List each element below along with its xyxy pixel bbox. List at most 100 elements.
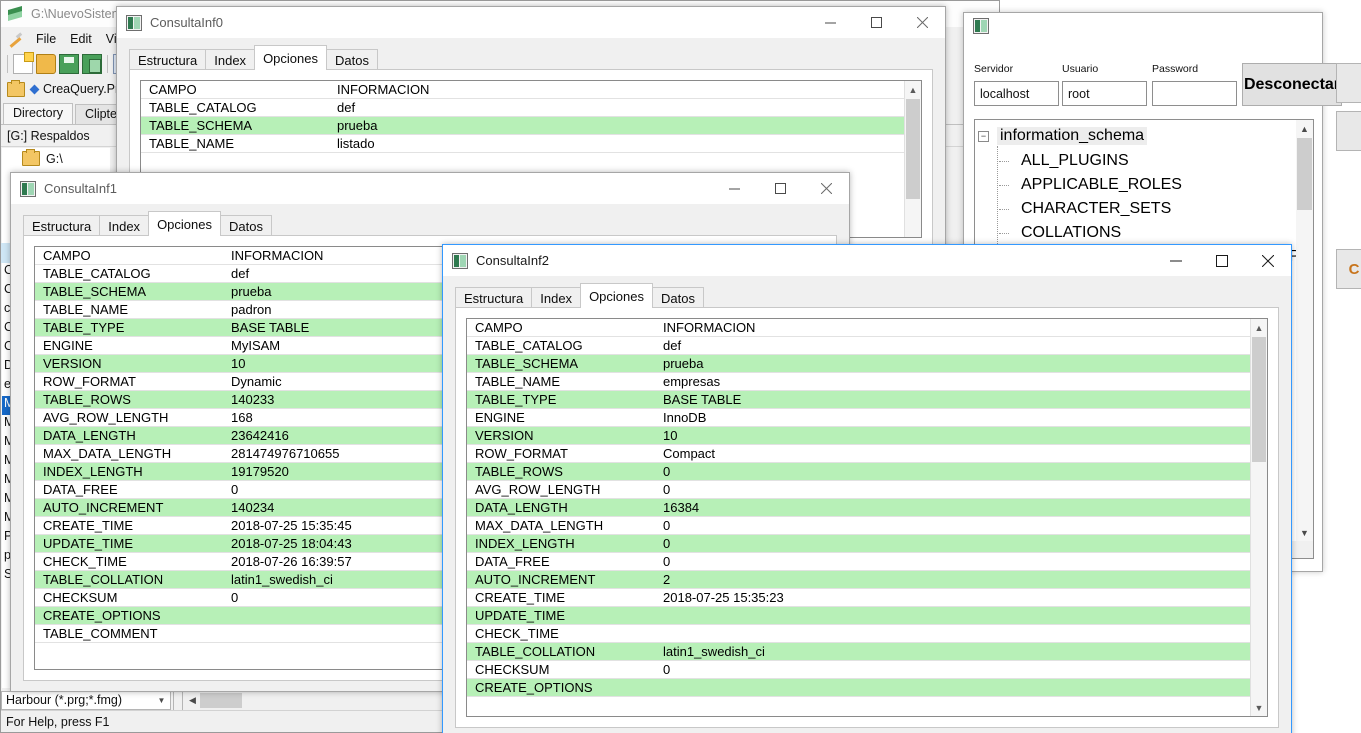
table-row[interactable]: CREATE_TIME2018-07-25 15:35:23: [467, 589, 1267, 607]
tree-item-character-sets[interactable]: CHARACTER_SETS: [975, 197, 1296, 221]
tab-index[interactable]: Index: [531, 287, 581, 308]
cell-campo: MAX_DATA_LENGTH: [35, 445, 223, 463]
window-buttons[interactable]: [711, 173, 849, 204]
menu-file[interactable]: File: [29, 30, 63, 48]
tree-item-root[interactable]: G:\: [2, 148, 110, 169]
tree-vertical-scrollbar[interactable]: ▲ ▼: [1296, 120, 1313, 541]
tab-opciones[interactable]: Opciones: [148, 211, 221, 236]
table-row[interactable]: TABLE_CATALOG def: [141, 99, 921, 117]
cell-info: BASE TABLE: [655, 391, 885, 409]
cell-campo: TABLE_TYPE: [467, 391, 655, 409]
maximize-button[interactable]: [1199, 245, 1245, 276]
table-row[interactable]: TABLE_ROWS0: [467, 463, 1267, 481]
tab-datos[interactable]: Datos: [326, 49, 378, 70]
tab-opciones[interactable]: Opciones: [580, 283, 653, 308]
tabstrip-consultainf2[interactable]: Estructura Index Opciones Datos: [455, 284, 1279, 308]
scroll-down-icon[interactable]: ▼: [1296, 524, 1313, 541]
save-icon[interactable]: [59, 54, 79, 74]
close-button[interactable]: [1245, 245, 1291, 276]
scrollbar-thumb[interactable]: [200, 693, 242, 708]
table-row[interactable]: TABLE_SCHEMAprueba: [467, 355, 1267, 373]
table-row[interactable]: DATA_FREE0: [467, 553, 1267, 571]
scroll-down-icon[interactable]: ▼: [1251, 699, 1267, 716]
table-row[interactable]: TABLE_COLLATIONlatin1_swedish_ci: [467, 643, 1267, 661]
maximize-button[interactable]: [757, 173, 803, 204]
table-row[interactable]: ROW_FORMATCompact: [467, 445, 1267, 463]
titlebar-consultainf0[interactable]: ConsultaInf0: [117, 7, 945, 38]
servidor-input[interactable]: localhost: [974, 81, 1059, 106]
tree-item-applicable-roles[interactable]: APPLICABLE_ROLES: [975, 173, 1296, 197]
cell-campo: ENGINE: [467, 409, 655, 427]
side-button-1[interactable]: [1336, 63, 1361, 103]
titlebar-consultainf2[interactable]: ConsultaInf2: [443, 245, 1291, 276]
scrollbar-thumb[interactable]: [1252, 337, 1266, 462]
scroll-up-icon[interactable]: ▲: [1251, 319, 1267, 336]
tab-estructura[interactable]: Estructura: [129, 49, 206, 70]
table-row[interactable]: INDEX_LENGTH0: [467, 535, 1267, 553]
table-row[interactable]: CHECKSUM0: [467, 661, 1267, 679]
table-row[interactable]: AUTO_INCREMENT2: [467, 571, 1267, 589]
table-row[interactable]: TABLE_NAME listado: [141, 135, 921, 153]
scroll-left-icon[interactable]: ◀: [185, 695, 200, 706]
side-button-2[interactable]: [1336, 111, 1361, 151]
tree-item-all-plugins[interactable]: ALL_PLUGINS: [975, 149, 1296, 173]
tab-estructura[interactable]: Estructura: [23, 215, 100, 236]
scroll-up-icon[interactable]: ▲: [1296, 120, 1313, 137]
scroll-up-icon[interactable]: ▲: [905, 81, 921, 98]
minimize-button[interactable]: [1153, 245, 1199, 276]
table-row[interactable]: CHECK_TIME: [467, 625, 1267, 643]
menu-edit[interactable]: Edit: [63, 30, 99, 48]
password-input[interactable]: [1152, 81, 1237, 106]
cell-blank: [885, 373, 1267, 391]
open-folder-icon[interactable]: [36, 54, 56, 74]
maximize-button[interactable]: [853, 7, 899, 38]
table-row[interactable]: DATA_LENGTH16384: [467, 499, 1267, 517]
window-buttons[interactable]: [807, 7, 945, 38]
table-row[interactable]: TABLE_CATALOGdef: [467, 337, 1267, 355]
titlebar-consultainf1[interactable]: ConsultaInf1: [11, 173, 849, 204]
table-row[interactable]: CREATE_OPTIONS: [467, 679, 1267, 697]
new-document-icon[interactable]: [13, 54, 33, 74]
minimize-button[interactable]: [711, 173, 757, 204]
table-row[interactable]: MAX_DATA_LENGTH0: [467, 517, 1267, 535]
table-row[interactable]: UPDATE_TIME: [467, 607, 1267, 625]
close-button[interactable]: [899, 7, 945, 38]
tab-datos[interactable]: Datos: [652, 287, 704, 308]
splitter-handle[interactable]: [173, 691, 183, 710]
tab-index[interactable]: Index: [205, 49, 255, 70]
tab-directory[interactable]: Directory: [3, 103, 73, 124]
tabstrip-consultainf0[interactable]: Estructura Index Opciones Datos: [129, 46, 933, 70]
tree-item-collations[interactable]: COLLATIONS: [975, 221, 1296, 245]
tabstrip-consultainf1[interactable]: Estructura Index Opciones Datos: [23, 212, 837, 236]
table-row[interactable]: ENGINEInnoDB: [467, 409, 1267, 427]
close-button[interactable]: [803, 173, 849, 204]
table-row[interactable]: TABLE_NAMEempresas: [467, 373, 1267, 391]
options-grid-consultainf2[interactable]: CAMPOINFORMACIONTABLE_CATALOGdefTABLE_SC…: [466, 318, 1268, 717]
grid-vertical-scrollbar[interactable]: ▲ ▼: [1250, 319, 1267, 716]
desconectar-button[interactable]: Desconectar: [1242, 63, 1342, 106]
save-all-icon[interactable]: [82, 54, 102, 74]
window-consultainf2[interactable]: ConsultaInf2 Estructura Index Opciones D…: [442, 244, 1292, 733]
expand-collapse-icon[interactable]: −: [978, 131, 989, 142]
tab-datos[interactable]: Datos: [220, 215, 272, 236]
window-title: ConsultaInf2: [476, 253, 549, 268]
chevron-down-icon[interactable]: ▼: [153, 696, 170, 705]
tab-estructura[interactable]: Estructura: [455, 287, 532, 308]
file-filter-select[interactable]: Harbour (*.prg;*.fmg) ▼: [1, 691, 171, 710]
tab-index[interactable]: Index: [99, 215, 149, 236]
mysql-panel-titlebar[interactable]: [964, 13, 1322, 39]
table-row[interactable]: TABLE_TYPEBASE TABLE: [467, 391, 1267, 409]
minimize-button[interactable]: [807, 7, 853, 38]
scrollbar-thumb[interactable]: [906, 99, 920, 199]
tab-opciones[interactable]: Opciones: [254, 45, 327, 70]
scrollbar-thumb[interactable]: [1297, 138, 1312, 210]
window-buttons[interactable]: [1153, 245, 1291, 276]
side-button-3[interactable]: C: [1336, 249, 1361, 289]
tree-node-root[interactable]: − information_schema: [975, 123, 1296, 149]
usuario-input[interactable]: root: [1062, 81, 1147, 106]
table-row[interactable]: AVG_ROW_LENGTH0: [467, 481, 1267, 499]
table-row[interactable]: TABLE_SCHEMA prueba: [141, 117, 921, 135]
table-row[interactable]: VERSION10: [467, 427, 1267, 445]
grid-vertical-scrollbar[interactable]: ▲: [904, 81, 921, 237]
tree-node-root-label: information_schema: [997, 127, 1147, 145]
